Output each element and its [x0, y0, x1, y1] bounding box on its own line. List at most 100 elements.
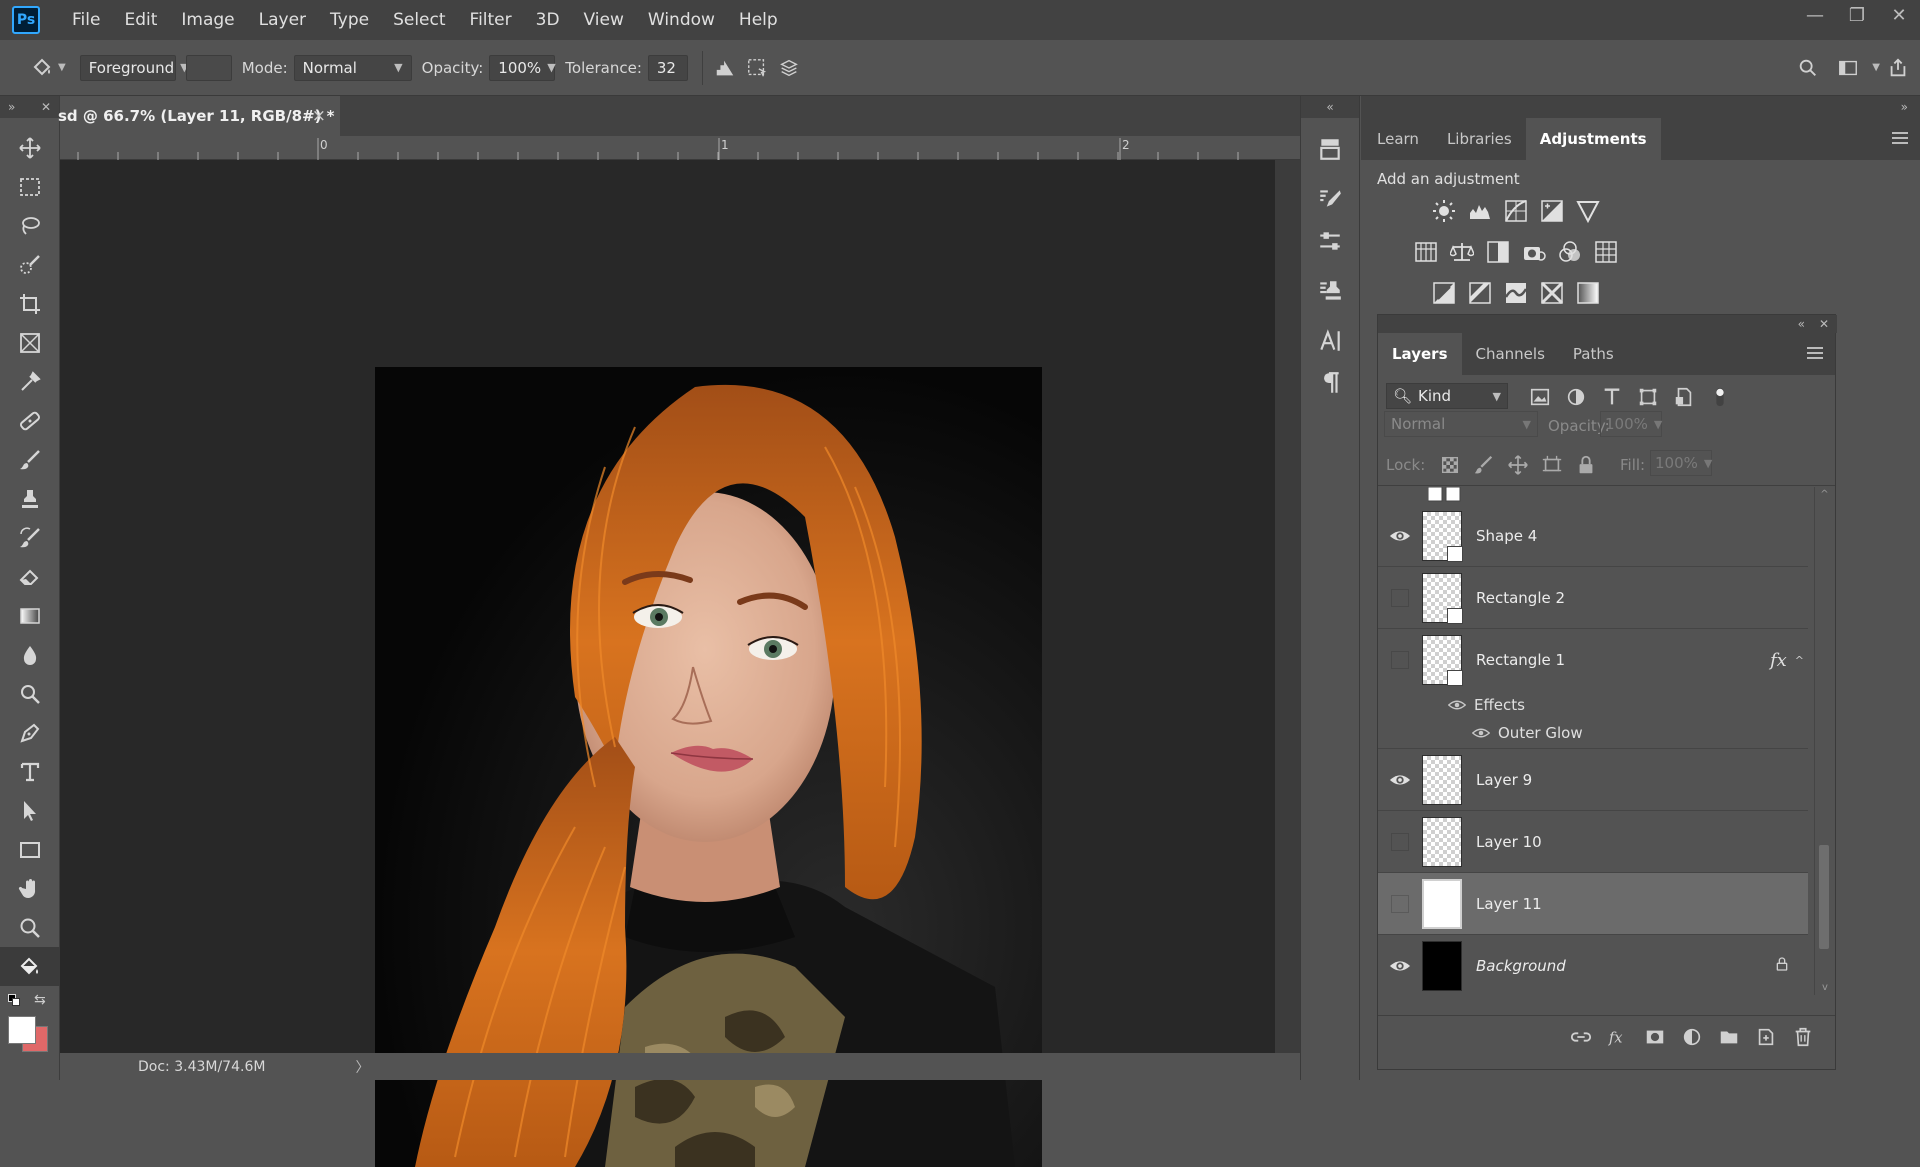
workspace-icon[interactable] [1832, 52, 1864, 84]
color-balance-icon[interactable] [1449, 239, 1475, 265]
clone-source-icon[interactable] [1301, 270, 1359, 312]
document-tab[interactable]: sd @ 66.7% (Layer 11, RGB/8#) * × [58, 96, 340, 136]
add-mask-icon[interactable] [1643, 1025, 1667, 1049]
close-window-button[interactable]: ✕ [1878, 0, 1920, 30]
pen-tool-icon[interactable] [0, 713, 60, 752]
tab-layers[interactable]: Layers [1378, 333, 1462, 375]
visibility-toggle[interactable] [1378, 894, 1422, 913]
menu-view[interactable]: View [572, 0, 636, 40]
mode-select[interactable]: Normal ▼ [293, 54, 412, 81]
layer-row-layer-9[interactable]: Layer 9 [1378, 749, 1808, 811]
close-tools-icon[interactable]: ✕ [41, 100, 51, 114]
swap-colors-icon[interactable]: ⇆ [34, 992, 46, 1008]
tab-adjustments[interactable]: Adjustments [1525, 118, 1661, 160]
adjustments-menu-icon[interactable] [1892, 132, 1908, 144]
preset-chevron-icon[interactable]: ▼ [58, 62, 66, 73]
lock-artboard-icon[interactable] [1540, 453, 1564, 477]
restore-button[interactable]: ❐ [1836, 0, 1878, 30]
fx-icon[interactable]: fx [1770, 650, 1787, 671]
pattern-picker[interactable] [185, 54, 232, 81]
tab-libraries[interactable]: Libraries [1433, 118, 1526, 160]
menu-3d[interactable]: 3D [524, 0, 572, 40]
tab-learn[interactable]: Learn [1361, 118, 1433, 160]
visibility-toggle[interactable] [1378, 651, 1422, 669]
filter-shape-icon[interactable] [1636, 385, 1660, 409]
foreground-color-swatch[interactable] [8, 1016, 36, 1044]
color-lookup-icon[interactable] [1593, 239, 1619, 265]
collapse-tools-icon[interactable]: » [8, 100, 15, 114]
menu-window[interactable]: Window [636, 0, 727, 40]
menu-type[interactable]: Type [318, 0, 381, 40]
scroll-up-icon[interactable]: ^ [1815, 489, 1834, 500]
character-panel-icon[interactable] [1301, 320, 1359, 362]
collapse-layers-icon[interactable]: « [1798, 317, 1805, 331]
crop-tool-icon[interactable] [0, 284, 60, 323]
tab-paths[interactable]: Paths [1559, 333, 1628, 375]
type-tool-icon[interactable] [0, 752, 60, 791]
marquee-tool-icon[interactable] [0, 167, 60, 206]
vibrance-icon[interactable] [1575, 198, 1601, 224]
canvas-area[interactable] [60, 160, 1300, 1167]
history-brush-tool-icon[interactable] [0, 518, 60, 557]
menu-file[interactable]: File [60, 0, 112, 40]
layer-row-rectangle-2[interactable]: Rectangle 2 [1378, 567, 1808, 629]
visibility-eye-icon[interactable] [1378, 955, 1422, 977]
adjust-sliders-icon[interactable] [1301, 220, 1359, 262]
collapse-panels-icon[interactable]: » [1361, 96, 1920, 118]
fill-source-select[interactable]: Foreground ▼ [79, 54, 189, 81]
filter-adjustment-icon[interactable] [1564, 385, 1588, 409]
layer-row-layer-11[interactable]: Layer 11 [1378, 873, 1808, 935]
minimize-button[interactable]: — [1794, 0, 1836, 30]
curves-icon[interactable] [1503, 198, 1529, 224]
properties-panel-icon[interactable] [1301, 128, 1359, 170]
menu-layer[interactable]: Layer [247, 0, 318, 40]
visibility-eye-icon[interactable] [1378, 769, 1422, 791]
filter-pixel-icon[interactable] [1528, 385, 1552, 409]
layer-filter-select[interactable]: 🔍︎ Kind ▼ [1386, 383, 1508, 409]
frame-tool-icon[interactable] [0, 323, 60, 362]
new-adjustment-layer-icon[interactable] [1680, 1025, 1704, 1049]
layer-row-layer-10[interactable]: Layer 10 [1378, 811, 1808, 873]
invert-icon[interactable] [1431, 280, 1457, 306]
menu-filter[interactable]: Filter [458, 0, 524, 40]
visibility-toggle[interactable] [1378, 588, 1422, 607]
outer-glow-visibility-eye-icon[interactable] [1472, 724, 1490, 742]
effect-item-row[interactable]: Outer Glow [1378, 719, 1808, 747]
vertical-scrollbar[interactable] [1275, 160, 1300, 1053]
blend-mode-select[interactable]: Normal ▼ [1384, 411, 1538, 437]
rectangle-tool-icon[interactable] [0, 830, 60, 869]
effects-visibility-eye-icon[interactable] [1448, 696, 1466, 714]
visibility-toggle[interactable] [1378, 832, 1422, 851]
channel-mixer-icon[interactable] [1557, 239, 1583, 265]
lock-pixels-icon[interactable] [1472, 453, 1496, 477]
photoshop-logo-icon[interactable]: Ps [12, 6, 40, 34]
visibility-eye-icon[interactable] [1378, 525, 1422, 547]
share-icon[interactable] [1882, 52, 1914, 84]
scroll-thumb[interactable] [1819, 845, 1829, 949]
layer-row-background[interactable]: Background [1378, 935, 1808, 995]
tab-channels[interactable]: Channels [1462, 333, 1559, 375]
add-layer-style-icon[interactable]: fx [1606, 1025, 1630, 1049]
gradient-tool-icon[interactable] [0, 596, 60, 635]
threshold-icon[interactable] [1503, 280, 1529, 306]
tolerance-input[interactable]: 32 [647, 54, 688, 81]
menu-help[interactable]: Help [727, 0, 790, 40]
layer-opacity-input[interactable]: 100% ▼ [1600, 411, 1662, 437]
hue-saturation-icon[interactable] [1413, 239, 1439, 265]
collapse-dock-icon[interactable]: « [1301, 96, 1359, 118]
opacity-input[interactable]: 100% ▼ [489, 54, 556, 81]
workspace-chevron-icon[interactable]: ▼ [1872, 62, 1880, 73]
filter-type-icon[interactable] [1600, 385, 1624, 409]
contiguous-icon[interactable] [741, 52, 773, 84]
layers-scrollbar[interactable]: ^ v [1814, 487, 1834, 995]
filter-toggle-icon[interactable] [1708, 385, 1732, 409]
lasso-tool-icon[interactable] [0, 206, 60, 245]
eyedropper-tool-icon[interactable] [0, 362, 60, 401]
black-white-icon[interactable] [1485, 239, 1511, 265]
layer-row-shape-4[interactable]: Shape 4 [1378, 505, 1808, 567]
paint-bucket-preset-icon[interactable] [26, 52, 58, 84]
blur-tool-icon[interactable] [0, 635, 60, 674]
paragraph-panel-icon[interactable] [1301, 362, 1359, 404]
selective-color-icon[interactable] [1539, 280, 1565, 306]
close-document-icon[interactable]: × [312, 106, 326, 126]
